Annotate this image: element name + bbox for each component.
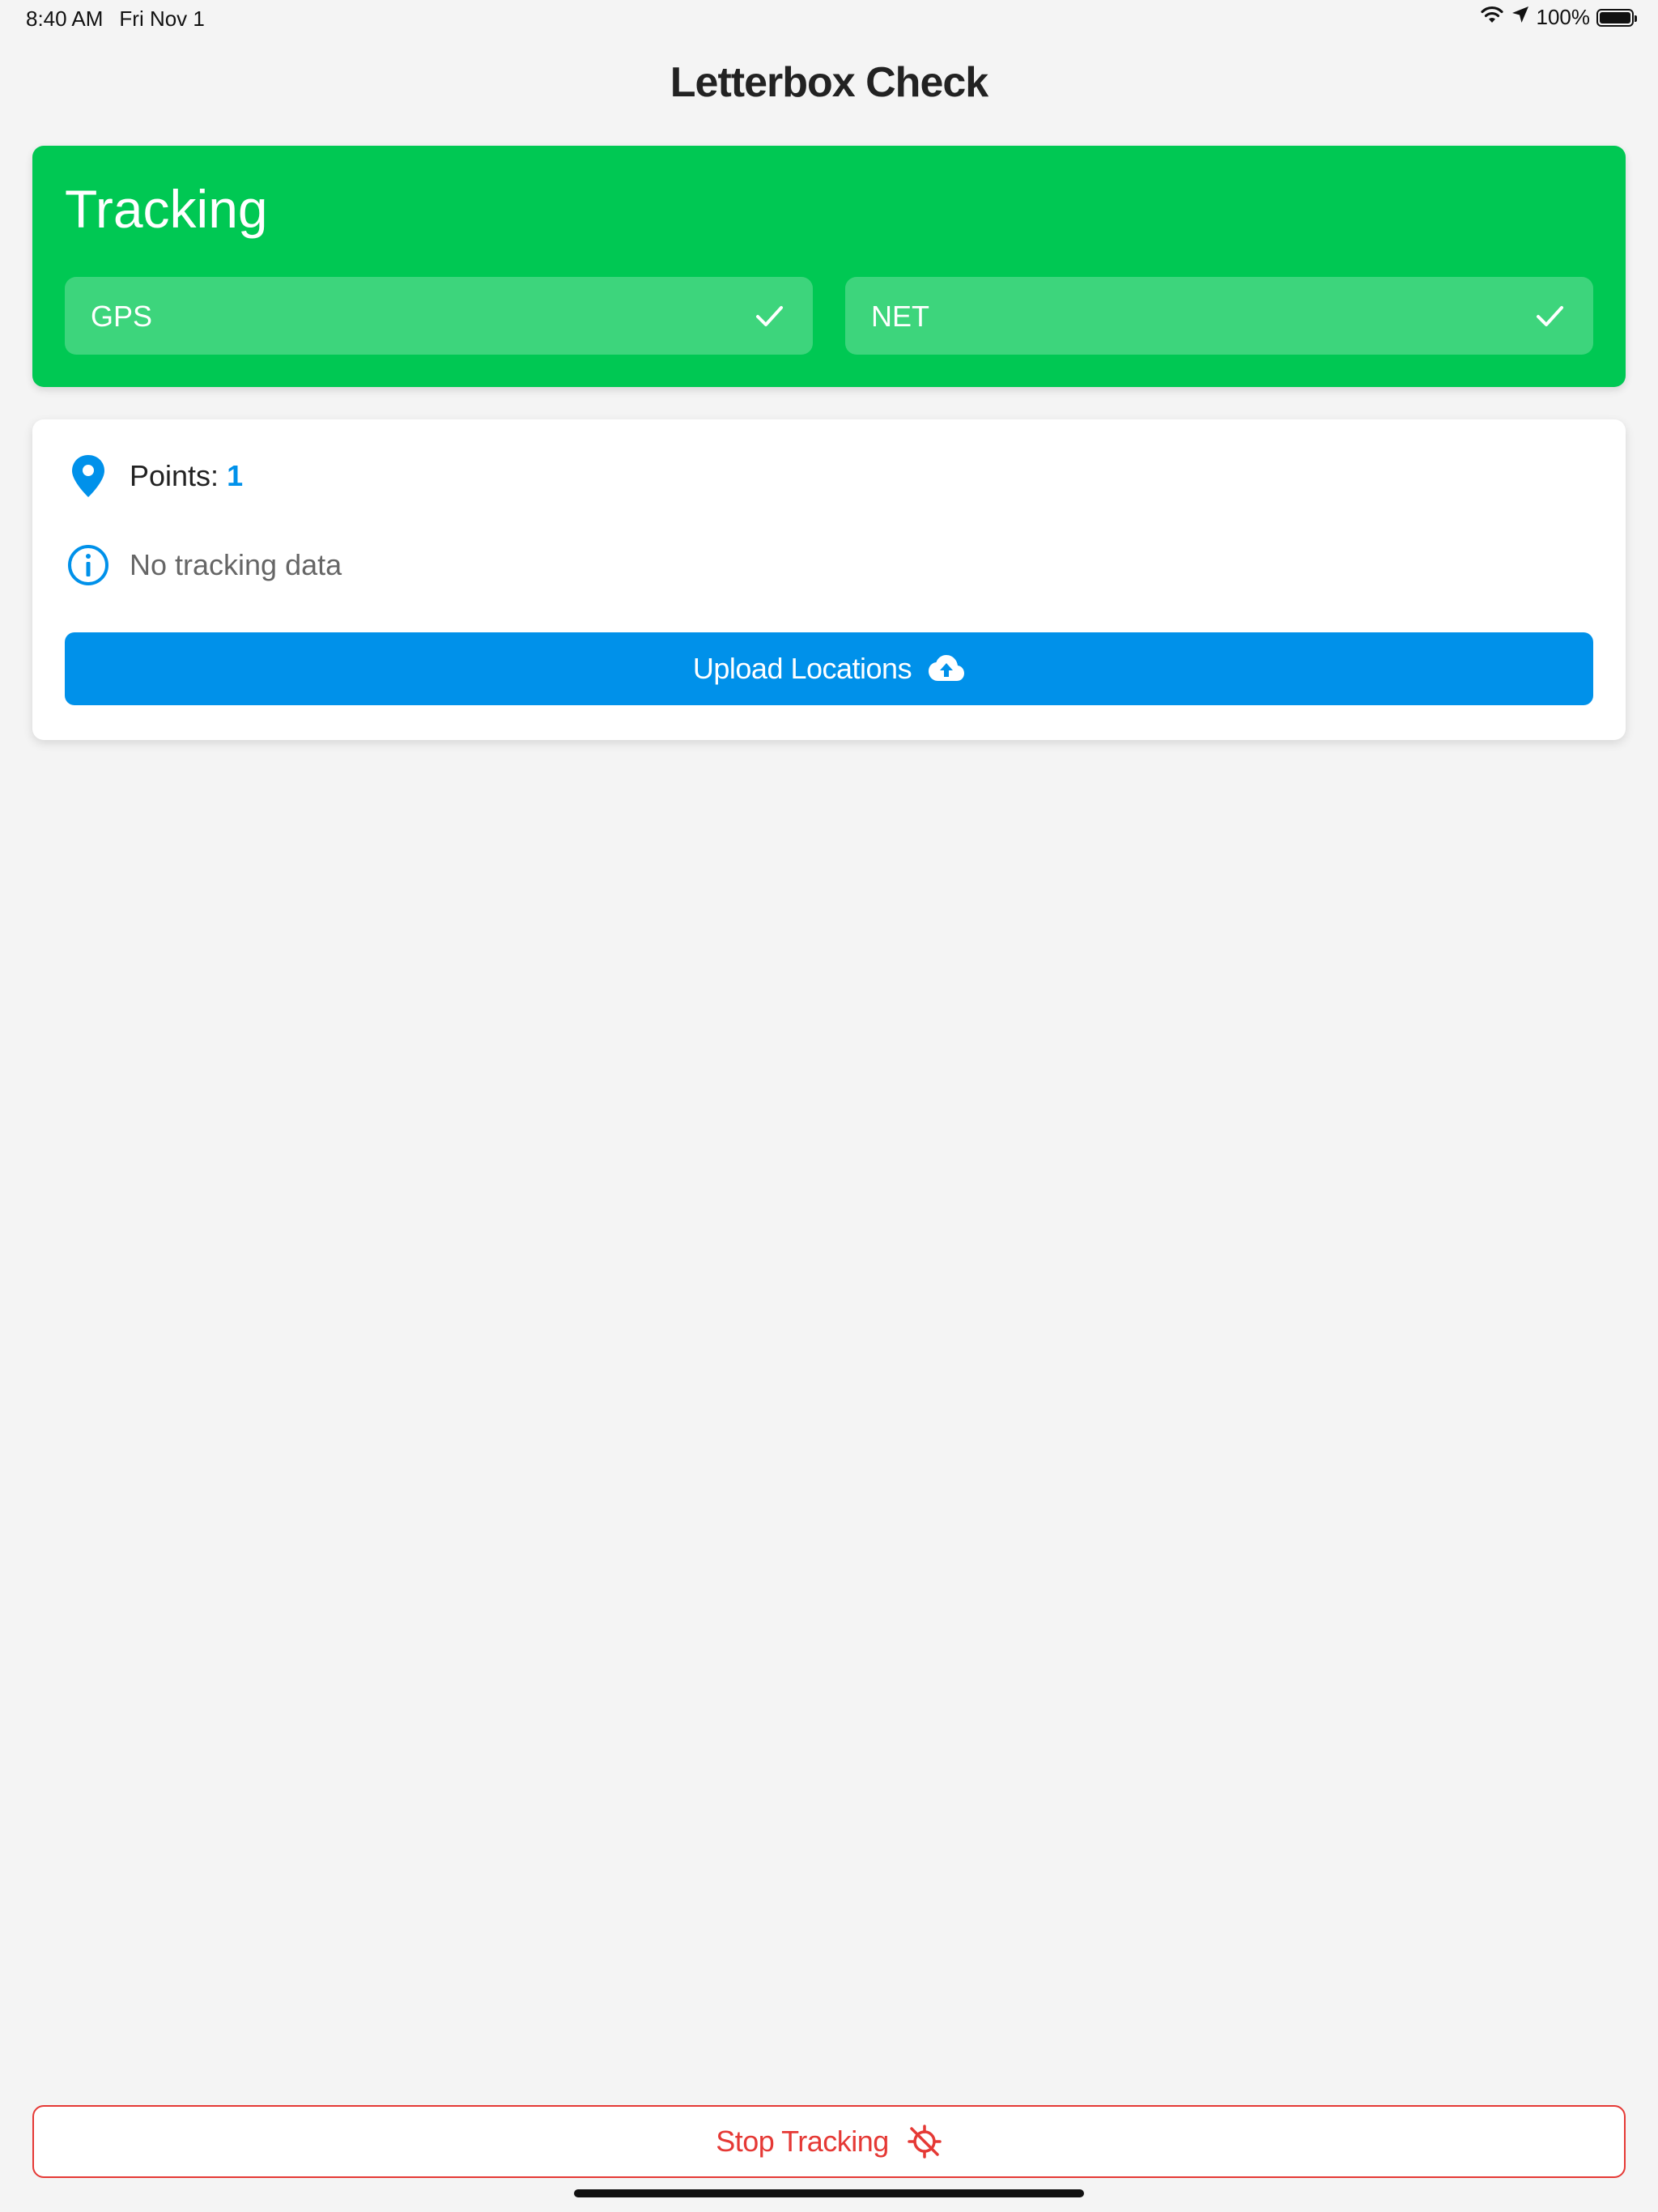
location-off-icon bbox=[907, 2124, 942, 2159]
wifi-icon bbox=[1480, 5, 1504, 30]
tracking-info-card: Points: 1 No tracking data Upload Locati… bbox=[32, 419, 1626, 740]
points-row: Points: 1 bbox=[66, 453, 243, 499]
status-bar-right: 100% bbox=[1480, 5, 1637, 30]
points-count: 1 bbox=[227, 459, 244, 492]
cloud-upload-icon bbox=[928, 654, 965, 683]
upload-button-label: Upload Locations bbox=[692, 652, 912, 685]
status-time: 8:40 AM bbox=[26, 6, 104, 31]
stop-tracking-label: Stop Tracking bbox=[716, 2125, 889, 2158]
tracking-message-row: No tracking data bbox=[66, 542, 342, 588]
status-bar: 8:40 AM Fri Nov 1 100% bbox=[0, 0, 1658, 39]
tracking-status-card: Tracking GPS NET bbox=[32, 146, 1626, 387]
tracking-status-title: Tracking bbox=[65, 179, 268, 239]
stop-tracking-button[interactable]: Stop Tracking bbox=[32, 2105, 1626, 2178]
provider-label: NET bbox=[871, 300, 929, 333]
checkmark-icon bbox=[750, 296, 789, 335]
status-bar-left: 8:40 AM Fri Nov 1 bbox=[26, 6, 205, 32]
location-arrow-icon bbox=[1511, 5, 1530, 30]
provider-net: NET bbox=[845, 277, 1593, 355]
tracking-message: No tracking data bbox=[130, 548, 342, 581]
page-title: Letterbox Check bbox=[670, 59, 988, 106]
provider-label: GPS bbox=[91, 300, 153, 333]
upload-locations-button[interactable]: Upload Locations bbox=[65, 632, 1593, 705]
checkmark-icon bbox=[1530, 296, 1569, 335]
provider-gps: GPS bbox=[65, 277, 813, 355]
status-date: Fri Nov 1 bbox=[119, 6, 205, 31]
map-pin-icon bbox=[66, 453, 110, 499]
battery-percent: 100% bbox=[1536, 5, 1591, 29]
home-indicator[interactable] bbox=[574, 2189, 1084, 2197]
info-circle-icon bbox=[66, 542, 110, 588]
battery-icon bbox=[1596, 8, 1637, 27]
points-label: Points: bbox=[130, 459, 219, 492]
